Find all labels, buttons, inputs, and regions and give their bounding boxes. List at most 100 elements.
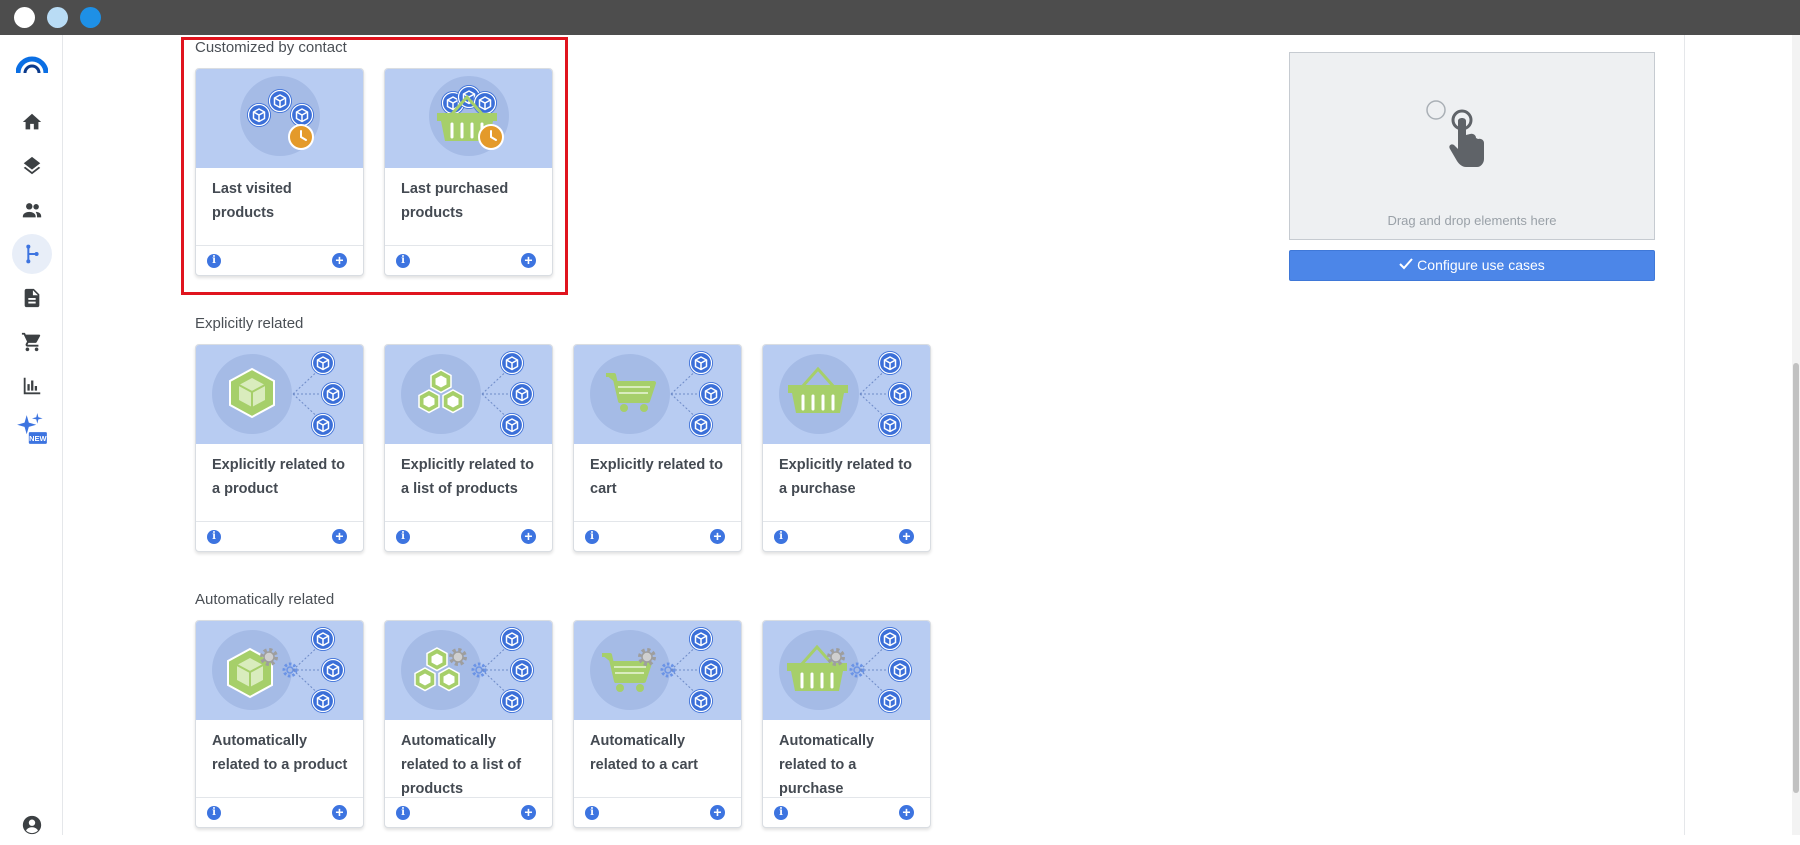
add-button[interactable]: + bbox=[899, 529, 914, 544]
card-title: Automatically related to a purchase bbox=[779, 733, 875, 797]
info-button[interactable]: i bbox=[585, 530, 599, 544]
card-footer: i + bbox=[385, 521, 552, 551]
sidebar-item-flows[interactable] bbox=[12, 234, 52, 274]
visited-products-icon bbox=[240, 76, 320, 156]
card-illustration bbox=[196, 345, 363, 444]
auto-cart-icon bbox=[590, 621, 742, 720]
use-case-card-last-visited[interactable]: Last visited products i + bbox=[195, 68, 364, 276]
window-minimize-button[interactable] bbox=[47, 7, 68, 28]
card-footer: i + bbox=[763, 797, 930, 827]
add-button[interactable]: + bbox=[332, 253, 347, 268]
use-case-card-auto-cart[interactable]: Automatically related to a cart i + bbox=[573, 620, 742, 828]
explicit-product-icon bbox=[212, 345, 364, 444]
people-icon bbox=[22, 203, 42, 218]
card-title: Explicitly related to a purchase bbox=[779, 457, 912, 497]
card-title: Explicitly related to cart bbox=[590, 457, 723, 497]
card-illustration bbox=[763, 621, 930, 720]
card-illustration bbox=[574, 621, 741, 720]
section-title-automatic: Automatically related bbox=[195, 591, 335, 608]
add-button[interactable]: + bbox=[332, 529, 347, 544]
use-case-card-last-purchased[interactable]: Last purchased products i + bbox=[384, 68, 553, 276]
bar-chart-icon bbox=[23, 377, 41, 395]
card-footer: i + bbox=[385, 245, 552, 275]
card-illustration bbox=[763, 345, 930, 444]
auto-list-icon bbox=[401, 621, 553, 720]
add-button[interactable]: + bbox=[710, 529, 725, 544]
card-footer: i + bbox=[763, 521, 930, 551]
auto-purchase-icon bbox=[779, 621, 931, 720]
add-button[interactable]: + bbox=[710, 805, 725, 820]
sidebar-item-ai[interactable]: NEW bbox=[12, 410, 52, 450]
sidebar-item-home[interactable] bbox=[12, 102, 52, 142]
use-case-card-auto-list[interactable]: Automatically related to a list of produ… bbox=[384, 620, 553, 828]
card-illustration bbox=[385, 345, 552, 444]
section-title-explicit: Explicitly related bbox=[195, 315, 304, 332]
add-button[interactable]: + bbox=[521, 805, 536, 820]
window-close-button[interactable] bbox=[14, 7, 35, 28]
use-case-card-explicit-cart[interactable]: Explicitly related to cart i + bbox=[573, 344, 742, 552]
card-title: Automatically related to a cart bbox=[590, 733, 698, 773]
sidebar-item-cart[interactable] bbox=[12, 322, 52, 362]
add-button[interactable]: + bbox=[332, 805, 347, 820]
use-case-card-auto-purchase[interactable]: Automatically related to a purchase i + bbox=[762, 620, 931, 828]
info-button[interactable]: i bbox=[207, 254, 221, 268]
card-illustration bbox=[385, 621, 552, 720]
card-title: Last purchased products bbox=[401, 181, 509, 221]
add-button[interactable]: + bbox=[521, 253, 536, 268]
use-case-card-explicit-purchase[interactable]: Explicitly related to a purchase i + bbox=[762, 344, 931, 552]
card-illustration bbox=[196, 69, 363, 168]
purchased-products-icon bbox=[429, 76, 509, 156]
card-title: Last visited products bbox=[212, 181, 292, 221]
window-titlebar bbox=[0, 0, 1800, 35]
configure-use-cases-button[interactable]: Configure use cases bbox=[1289, 250, 1655, 281]
info-button[interactable]: i bbox=[396, 530, 410, 544]
explicit-list-icon bbox=[401, 345, 553, 444]
new-badge: NEW bbox=[29, 434, 46, 443]
add-button[interactable]: + bbox=[521, 529, 536, 544]
info-button[interactable]: i bbox=[396, 806, 410, 820]
card-title: Automatically related to a product bbox=[212, 733, 348, 773]
sidebar: NEW bbox=[0, 35, 63, 835]
info-button[interactable]: i bbox=[207, 530, 221, 544]
configure-button-label: Configure use cases bbox=[1417, 257, 1545, 273]
scrollbar-thumb[interactable] bbox=[1793, 363, 1799, 793]
check-icon bbox=[1399, 251, 1413, 280]
auto-product-icon bbox=[212, 621, 364, 720]
use-case-card-explicit-product[interactable]: Explicitly related to a product i + bbox=[195, 344, 364, 552]
add-button[interactable]: + bbox=[899, 805, 914, 820]
card-footer: i + bbox=[196, 521, 363, 551]
use-case-card-auto-product[interactable]: Automatically related to a product i + bbox=[195, 620, 364, 828]
card-title: Explicitly related to a list of products bbox=[401, 457, 534, 497]
card-title: Explicitly related to a product bbox=[212, 457, 345, 497]
info-button[interactable]: i bbox=[207, 806, 221, 820]
document-icon bbox=[24, 288, 40, 308]
window-maximize-button[interactable] bbox=[80, 7, 101, 28]
info-button[interactable]: i bbox=[774, 530, 788, 544]
card-illustration bbox=[385, 69, 552, 168]
card-footer: i + bbox=[196, 245, 363, 275]
explicit-purchase-icon bbox=[779, 345, 931, 444]
sidebar-item-documents[interactable] bbox=[12, 278, 52, 318]
card-footer: i + bbox=[574, 521, 741, 551]
use-case-card-explicit-list[interactable]: Explicitly related to a list of products… bbox=[384, 344, 553, 552]
cart-icon bbox=[21, 332, 41, 352]
layers-icon bbox=[23, 156, 41, 175]
card-footer: i + bbox=[385, 797, 552, 827]
home-icon bbox=[22, 113, 42, 130]
info-button[interactable]: i bbox=[774, 806, 788, 820]
sidebar-item-stats[interactable] bbox=[12, 366, 52, 406]
drop-zone-text: Drag and drop elements here bbox=[1387, 213, 1557, 228]
card-footer: i + bbox=[574, 797, 741, 827]
sidebar-item-account[interactable] bbox=[12, 805, 52, 845]
sidebar-item-contacts[interactable] bbox=[12, 190, 52, 230]
info-button[interactable]: i bbox=[396, 254, 410, 268]
card-illustration bbox=[574, 345, 741, 444]
drop-zone[interactable]: Drag and drop elements here bbox=[1289, 52, 1655, 240]
sparkle-icon: NEW bbox=[17, 413, 47, 444]
info-button[interactable]: i bbox=[585, 806, 599, 820]
card-title: Automatically related to a list of produ… bbox=[401, 733, 522, 797]
card-footer: i + bbox=[196, 797, 363, 827]
brand-logo[interactable] bbox=[16, 55, 48, 75]
hand-pointer-icon bbox=[1426, 100, 1484, 167]
sidebar-item-layers[interactable] bbox=[12, 146, 52, 186]
